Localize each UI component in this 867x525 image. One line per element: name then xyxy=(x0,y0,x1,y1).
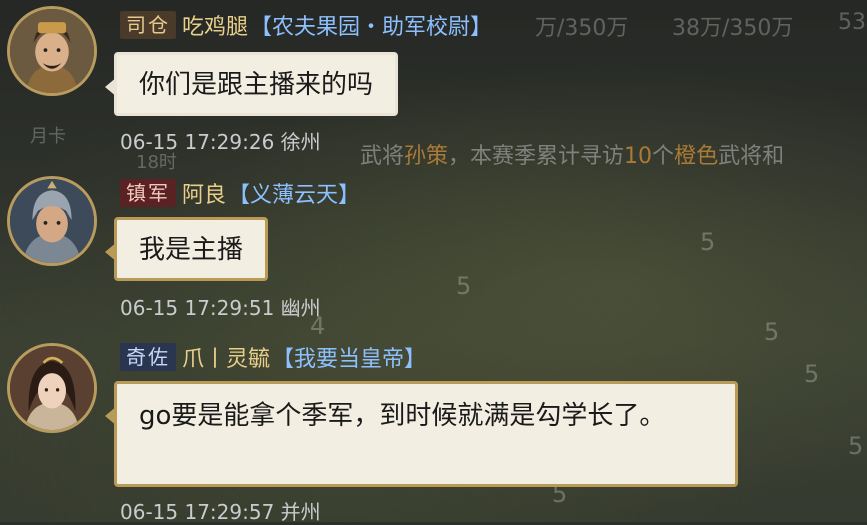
sender-name[interactable]: 阿良 xyxy=(182,177,226,209)
message-header: 奇佐 爪丨灵毓 【我要当皇帝】 xyxy=(120,342,426,372)
announcement-text: 武将 xyxy=(360,144,405,169)
bg-map-number: 5 xyxy=(848,432,864,460)
alliance-tag[interactable]: 【义薄云天】 xyxy=(228,177,360,209)
message-bubble[interactable]: go要是能拿个季军，到时候就满是勾学长了。 xyxy=(105,381,738,487)
armored-general-portrait-icon xyxy=(10,179,94,263)
bg-announcement: 武将孙策，本赛季累计寻访10个橙色武将和 xyxy=(360,138,784,170)
message-bubble[interactable]: 你们是跟主播来的吗 xyxy=(104,52,399,116)
announcement-text: 个 xyxy=(652,144,675,169)
bg-map-number: 5 xyxy=(804,360,820,388)
alliance-tag[interactable]: 【我要当皇帝】 xyxy=(272,341,426,373)
bg-map-number: 5 xyxy=(456,272,472,300)
message-header: 司仓 吃鸡腿 【农夫果园・助军校尉】 xyxy=(120,10,492,40)
bg-stat-3: 53 xyxy=(838,10,866,35)
message-text: go要是能拿个季军，到时候就满是勾学长了。 xyxy=(139,401,666,431)
female-portrait-icon xyxy=(10,346,94,430)
avatar[interactable] xyxy=(7,176,97,266)
announcement-text: ，本赛季累计寻访 xyxy=(448,144,625,169)
message-header: 镇军 阿良 【义薄云天】 xyxy=(120,178,360,208)
alliance-tag[interactable]: 【农夫果园・助军校尉】 xyxy=(250,9,492,41)
rank-badge: 奇佐 xyxy=(120,343,176,371)
bg-map-number: 5 xyxy=(764,318,780,346)
bg-monthly-card: 月卡 xyxy=(30,126,66,147)
bg-stat-1: 万/350万 xyxy=(535,16,629,41)
sender-name[interactable]: 吃鸡腿 xyxy=(182,9,248,41)
announcement-count: 10 xyxy=(624,144,653,169)
message-bubble[interactable]: 我是主播 xyxy=(104,217,269,281)
rank-badge: 镇军 xyxy=(120,179,176,207)
message-timestamp: 06-15 17:29:51 幽州 xyxy=(120,296,321,320)
rank-badge: 司仓 xyxy=(120,11,176,39)
bg-map-number: 5 xyxy=(700,228,716,256)
message-text: 你们是跟主播来的吗 xyxy=(139,70,374,100)
announcement-hero: 孙策 xyxy=(404,144,449,169)
message-text: 我是主播 xyxy=(139,235,244,265)
announcement-quality: 橙色 xyxy=(674,144,719,169)
male-general-portrait-icon xyxy=(10,9,94,93)
sender-name[interactable]: 爪丨灵毓 xyxy=(182,341,270,373)
announcement-text: 武将和 xyxy=(718,144,785,169)
message-timestamp: 06-15 17:29:57 并州 xyxy=(120,500,321,524)
bg-stat-2: 38万/350万 xyxy=(672,16,794,41)
avatar[interactable] xyxy=(7,6,97,96)
message-timestamp: 06-15 17:29:26 徐州 xyxy=(120,130,321,154)
avatar[interactable] xyxy=(7,343,97,433)
